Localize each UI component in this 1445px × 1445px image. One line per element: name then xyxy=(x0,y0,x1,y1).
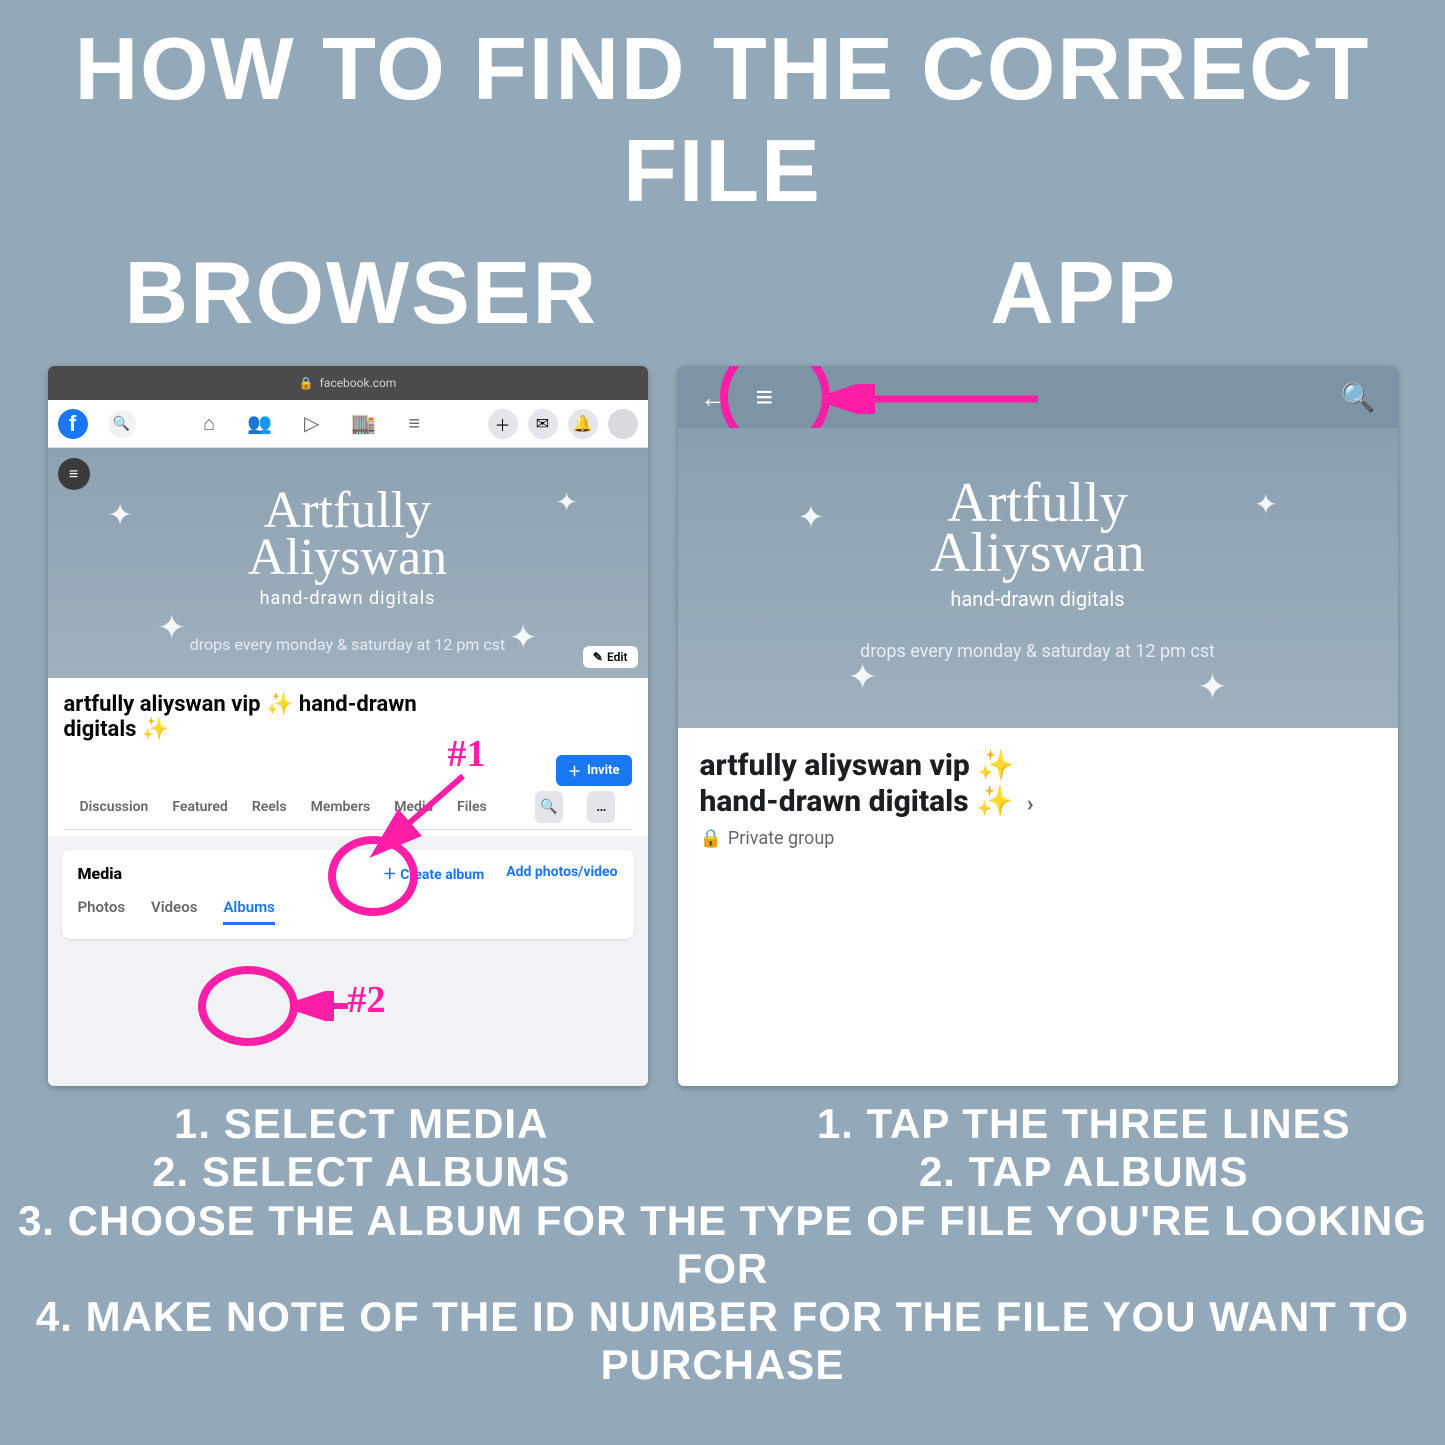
messenger-icon[interactable]: ✉ xyxy=(528,409,558,439)
shared-step-4: 4. MAKE NOTE OF THE ID NUMBER FOR THE FI… xyxy=(0,1293,1445,1390)
sparkle-icon: ✦ xyxy=(1254,488,1277,521)
tab-featured[interactable]: Featured xyxy=(172,799,227,815)
sparkle-icon: ✦ xyxy=(1197,666,1227,708)
lock-icon: 🔒 xyxy=(299,376,314,390)
search-icon[interactable]: 🔍 xyxy=(108,410,136,438)
group-header: artfully aliyswan vip ✨ hand-drawn digit… xyxy=(48,678,648,836)
sparkle-icon: ✦ xyxy=(509,618,538,658)
tab-members[interactable]: Members xyxy=(311,799,371,815)
chevron-right-icon[interactable]: › xyxy=(1027,792,1034,817)
browser-screenshot: 🔒 facebook.com f 🔍 ⌂ 👥 ▷ 🏬 ≡ ＋ ✉ 🔔 ≡ xyxy=(48,366,648,1086)
facebook-top-nav: f 🔍 ⌂ 👥 ▷ 🏬 ≡ ＋ ✉ 🔔 xyxy=(48,400,648,448)
lock-icon: 🔒 xyxy=(700,828,722,849)
edit-label: Edit xyxy=(607,650,628,664)
instruction-block: 1. SELECT MEDIA 2. SELECT ALBUMS 1. TAP … xyxy=(0,1100,1445,1390)
subtab-albums[interactable]: Albums xyxy=(223,898,274,925)
subhead-app: APP xyxy=(723,242,1445,344)
group-tabs: Discussion Featured Reels Members Media … xyxy=(64,786,632,830)
avatar[interactable] xyxy=(608,409,638,439)
group-title-line-2: digitals ✨ xyxy=(64,717,170,742)
brand-line-2: Aliyswan xyxy=(930,522,1145,584)
menu-icon[interactable]: ≡ xyxy=(408,411,420,436)
add-photos-link[interactable]: Add photos/video xyxy=(506,864,617,884)
sparkle-icon: ✦ xyxy=(158,608,187,648)
app-topbar: ← ≡ 🔍 xyxy=(678,366,1398,428)
app-screenshot: ← ≡ 🔍 Artfully Aliyswan hand-drawn digit… xyxy=(678,366,1398,1086)
subtab-photos[interactable]: Photos xyxy=(78,898,126,925)
media-title: Media xyxy=(78,864,123,883)
invite-button[interactable]: ＋ Invite xyxy=(556,755,632,786)
brand-drops: drops every monday & saturday at 12 pm c… xyxy=(48,635,648,654)
bell-icon[interactable]: 🔔 xyxy=(568,409,598,439)
sparkle-icon: ✦ xyxy=(556,488,578,518)
browser-step-1: 1. SELECT MEDIA xyxy=(0,1100,723,1148)
brand-line-2: Aliyswan xyxy=(248,529,447,586)
group-cover: ≡ Artfully Aliyswan hand-drawn digitals … xyxy=(48,448,648,678)
sparkle-icon: ✦ xyxy=(108,498,133,533)
app-cover: Artfully Aliyswan hand-drawn digitals dr… xyxy=(678,428,1398,728)
main-headline: HOW TO FIND THE CORRECT FILE xyxy=(0,0,1445,222)
more-icon[interactable]: … xyxy=(587,791,615,823)
private-group-label: Private group xyxy=(728,828,834,849)
invite-label: Invite xyxy=(587,763,620,778)
app-group-header: artfully aliyswan vip ✨ hand-drawn digit… xyxy=(678,728,1398,1086)
facebook-logo-icon[interactable]: f xyxy=(58,409,88,439)
brand-subtitle: hand-drawn digitals xyxy=(48,588,648,609)
marketplace-icon[interactable]: 🏬 xyxy=(351,411,376,436)
annotation-1-circle xyxy=(328,836,418,916)
home-icon[interactable]: ⌂ xyxy=(203,411,215,436)
friends-icon[interactable]: 👥 xyxy=(247,411,272,436)
pencil-icon: ✎ xyxy=(593,650,603,664)
tab-reels[interactable]: Reels xyxy=(252,799,287,815)
group-title-line-1: artfully aliyswan vip ✨ xyxy=(700,748,1015,783)
sparkle-icon: ✦ xyxy=(798,498,825,536)
group-title-line-1: artfully aliyswan vip ✨ hand-drawn xyxy=(64,692,417,717)
browser-step-2: 2. SELECT ALBUMS xyxy=(0,1148,723,1196)
annotation-2-arrow-icon xyxy=(293,991,353,1021)
shared-step-3: 3. CHOOSE THE ALBUM FOR THE TYPE OF FILE… xyxy=(0,1197,1445,1294)
annotation-2-label: #2 xyxy=(348,978,386,1022)
plus-icon[interactable]: ＋ xyxy=(488,409,518,439)
subtab-videos[interactable]: Videos xyxy=(151,898,197,925)
browser-url-bar: 🔒 facebook.com xyxy=(48,366,648,400)
search-icon[interactable]: 🔍 xyxy=(1341,381,1376,414)
subhead-browser: BROWSER xyxy=(0,242,723,344)
shared-instructions: 3. CHOOSE THE ALBUM FOR THE TYPE OF FILE… xyxy=(0,1197,1445,1390)
app-instructions: 1. TAP THE THREE LINES 2. TAP ALBUMS xyxy=(723,1100,1445,1197)
annotation-2-circle xyxy=(198,966,298,1046)
url-host: facebook.com xyxy=(320,376,397,390)
app-step-2: 2. TAP ALBUMS xyxy=(723,1148,1445,1196)
cover-menu-icon[interactable]: ≡ xyxy=(58,458,90,490)
group-title-line-2: hand-drawn digitals ✨ xyxy=(700,784,1014,819)
watch-icon[interactable]: ▷ xyxy=(304,411,319,436)
tab-discussion[interactable]: Discussion xyxy=(80,799,149,815)
plus-icon: ＋ xyxy=(568,761,581,780)
app-step-1: 1. TAP THE THREE LINES xyxy=(723,1100,1445,1148)
browser-instructions: 1. SELECT MEDIA 2. SELECT ALBUMS xyxy=(0,1100,723,1197)
sparkle-icon: ✦ xyxy=(848,656,878,698)
search-icon[interactable]: 🔍 xyxy=(535,791,563,823)
brand-subtitle: hand-drawn digitals xyxy=(678,587,1398,611)
edit-button[interactable]: ✎ Edit xyxy=(583,646,638,668)
brand-drops: drops every monday & saturday at 12 pm c… xyxy=(678,641,1398,662)
annotation-app-arrow-icon xyxy=(828,384,1048,414)
